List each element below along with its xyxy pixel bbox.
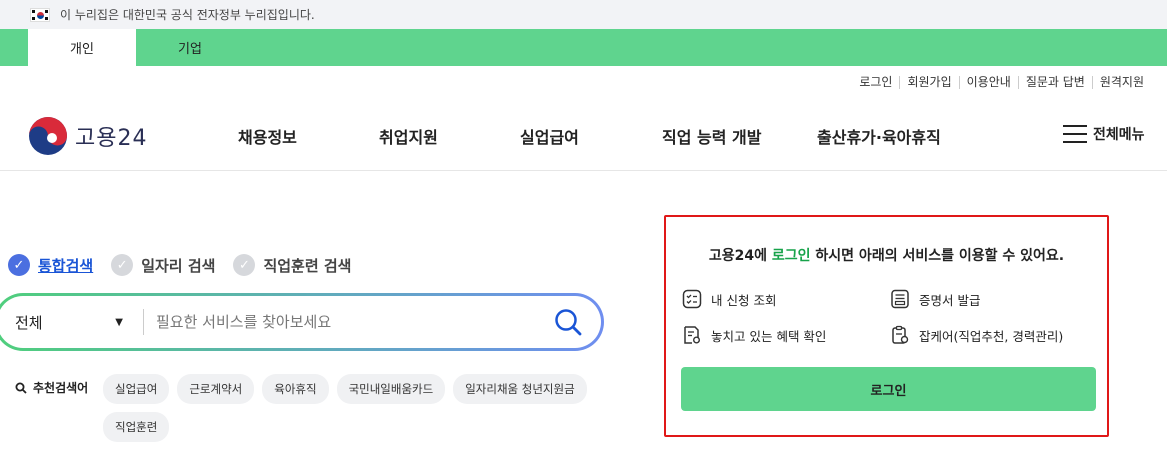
recommended-label: 추천검색어 [15, 379, 103, 396]
keyword-chip[interactable]: 직업훈련 [103, 412, 170, 442]
service-my-applications[interactable]: 내 신청 조회 [682, 289, 776, 309]
login-button[interactable]: 로그인 [681, 367, 1096, 411]
search-tab-label: 일자리 검색 [141, 256, 216, 275]
tab-personal[interactable]: 개인 [28, 29, 136, 66]
search-tab-label: 직업훈련 검색 [263, 256, 352, 275]
recommended-label-text: 추천검색어 [33, 381, 89, 395]
search-scope-select[interactable]: 전체 ▼ [15, 312, 131, 333]
check-circle-icon: ✓ [111, 254, 134, 276]
keyword-chip[interactable]: 실업급여 [103, 374, 170, 404]
nav-unemployment-benefits[interactable]: 실업급여 [520, 124, 579, 148]
all-menu-button[interactable]: 전체메뉴 [1063, 124, 1145, 144]
search-input[interactable] [156, 313, 553, 331]
login-link[interactable]: 로그인 [852, 76, 899, 89]
search-icon[interactable] [553, 307, 583, 337]
nav-parental-leave[interactable]: 출산휴가·육아휴직 [817, 124, 941, 148]
recommended-keywords: 추천검색어 실업급여 근로계약서 육아휴직 국민내일배움카드 일자리채움 청년지… [15, 374, 605, 450]
service-missed-benefits[interactable]: 놓치고 있는 혜택 확인 [682, 325, 826, 345]
login-panel-title: 고용24에 로그인 하시면 아래의 서비스를 이용할 수 있어요. [666, 245, 1107, 265]
service-label: 증명서 발급 [919, 292, 981, 308]
title-suffix: 하시면 아래의 서비스를 이용할 수 있어요. [810, 248, 1065, 264]
all-menu-label: 전체메뉴 [1093, 127, 1145, 143]
gov-banner: 이 누리집은 대한민국 공식 전자정부 누리집입니다. [0, 0, 1167, 29]
title-prefix: 고용24에 [708, 248, 772, 264]
gov-banner-text: 이 누리집은 대한민국 공식 전자정부 누리집입니다. [60, 8, 315, 22]
login-panel: 고용24에 로그인 하시면 아래의 서비스를 이용할 수 있어요. 내 신청 조… [664, 215, 1109, 437]
nav-employment-support[interactable]: 취업지원 [379, 124, 438, 148]
logo-text: 고용24 [75, 126, 148, 151]
keyword-chip[interactable]: 육아휴직 [262, 374, 329, 404]
keyword-chip[interactable]: 일자리채움 청년지원금 [453, 374, 587, 404]
search-tab-jobs[interactable]: ✓ 일자리 검색 [111, 254, 215, 276]
hamburger-icon [1063, 125, 1087, 143]
tab-business[interactable]: 기업 [136, 29, 244, 66]
qna-link[interactable]: 질문과 답변 [1017, 76, 1092, 89]
search-tab-training[interactable]: ✓ 직업훈련 검색 [233, 254, 351, 276]
utility-links: 로그인 회원가입 이용안내 질문과 답변 원격지원 [852, 76, 1151, 89]
service-label: 놓치고 있는 혜택 확인 [711, 328, 827, 344]
search-scope-value: 전체 [15, 313, 43, 332]
search-divider [143, 309, 144, 335]
service-label: 잡케어(직업추천, 경력관리) [919, 328, 1064, 344]
search-icon [15, 382, 27, 394]
caret-down-icon: ▼ [115, 316, 123, 328]
service-jobcare[interactable]: 잡케어(직업추천, 경력관리) [890, 325, 1063, 345]
service-label: 내 신청 조회 [711, 292, 777, 308]
nav-jobs[interactable]: 채용정보 [238, 124, 297, 148]
korea-flag-icon [30, 7, 50, 22]
guide-link[interactable]: 이용안내 [958, 76, 1018, 89]
check-circle-icon: ✓ [233, 254, 256, 276]
signup-link[interactable]: 회원가입 [899, 76, 958, 89]
checklist-icon [682, 289, 702, 309]
user-type-tabbar: 개인 기업 [0, 29, 1167, 66]
remote-support-link[interactable]: 원격지원 [1091, 76, 1151, 89]
search-tab-label: 통합검색 [38, 256, 94, 275]
nav-vocational-training[interactable]: 직업 능력 개발 [662, 124, 761, 148]
title-login-link[interactable]: 로그인 [772, 248, 811, 264]
keyword-chip[interactable]: 근로계약서 [177, 374, 255, 404]
document-search-icon [684, 326, 700, 344]
keyword-chip[interactable]: 국민내일배움카드 [336, 374, 446, 404]
check-circle-icon: ✓ [8, 254, 30, 276]
service-certificate[interactable]: 증명서 발급 [890, 289, 980, 309]
taegeuk-logo-icon [29, 117, 67, 155]
header-divider [0, 170, 1167, 171]
search-box: 전체 ▼ [0, 293, 604, 351]
certificate-icon [891, 289, 909, 309]
search-type-tabs: ✓ 통합검색 ✓ 일자리 검색 ✓ 직업훈련 검색 [8, 254, 369, 276]
search-tab-integrated[interactable]: ✓ 통합검색 [8, 254, 93, 276]
jobcare-icon [892, 325, 909, 344]
site-logo[interactable]: 고용24 [28, 116, 147, 156]
